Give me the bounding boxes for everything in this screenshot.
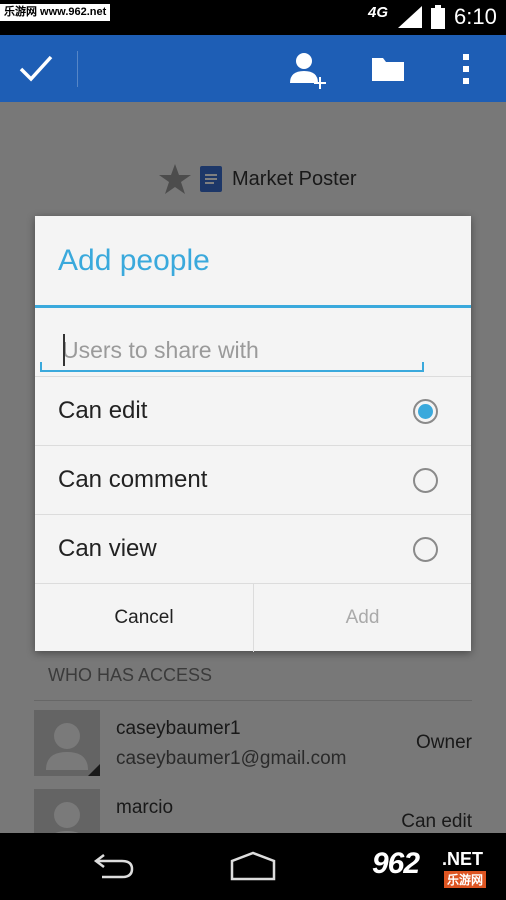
site-logo: 962 .NET 乐游网 — [366, 847, 498, 891]
title-divider — [35, 305, 471, 308]
input-underline-tick — [422, 362, 424, 372]
network-type: 4G — [368, 4, 389, 21]
cancel-button[interactable]: Cancel — [35, 584, 253, 652]
option-can-comment[interactable]: Can comment — [35, 445, 471, 514]
dialog-buttons: Cancel Add — [35, 583, 471, 652]
action-bar — [0, 35, 506, 102]
status-bar: 乐游网 www.962.net 4G 6:10 — [0, 0, 506, 35]
home-icon[interactable] — [226, 851, 280, 881]
option-can-edit[interactable]: Can edit — [35, 376, 471, 445]
clock: 6:10 — [454, 4, 497, 29]
radio-button-selected[interactable] — [413, 399, 438, 424]
add-button[interactable]: Add — [253, 584, 471, 652]
input-underline-tick — [40, 362, 42, 372]
dialog-title: Add people — [58, 244, 210, 277]
logo-cn-text: 乐游网 — [444, 871, 487, 888]
option-label: Can edit — [58, 397, 148, 424]
add-people-dialog: Add people Can edit Can comment Can view… — [35, 216, 471, 652]
signal-icon — [398, 6, 422, 28]
option-label: Can view — [58, 535, 157, 562]
folder-icon[interactable] — [372, 55, 404, 83]
overflow-icon[interactable] — [458, 53, 474, 85]
radio-button[interactable] — [413, 537, 438, 562]
share-users-input[interactable] — [40, 330, 424, 372]
add-person-icon[interactable] — [290, 51, 330, 89]
option-label: Can comment — [58, 466, 208, 493]
logo-suffix: .NET — [442, 849, 484, 869]
watermark: 乐游网 www.962.net — [0, 4, 111, 21]
check-icon[interactable] — [18, 53, 54, 83]
action-bar-divider — [77, 51, 78, 87]
battery-icon — [431, 5, 445, 29]
radio-button[interactable] — [413, 468, 438, 493]
option-can-view[interactable]: Can view — [35, 514, 471, 583]
text-cursor — [63, 334, 65, 366]
navigation-bar: 962 .NET 乐游网 — [0, 833, 506, 900]
logo-number: 962 — [372, 847, 420, 880]
back-icon[interactable] — [88, 853, 136, 881]
